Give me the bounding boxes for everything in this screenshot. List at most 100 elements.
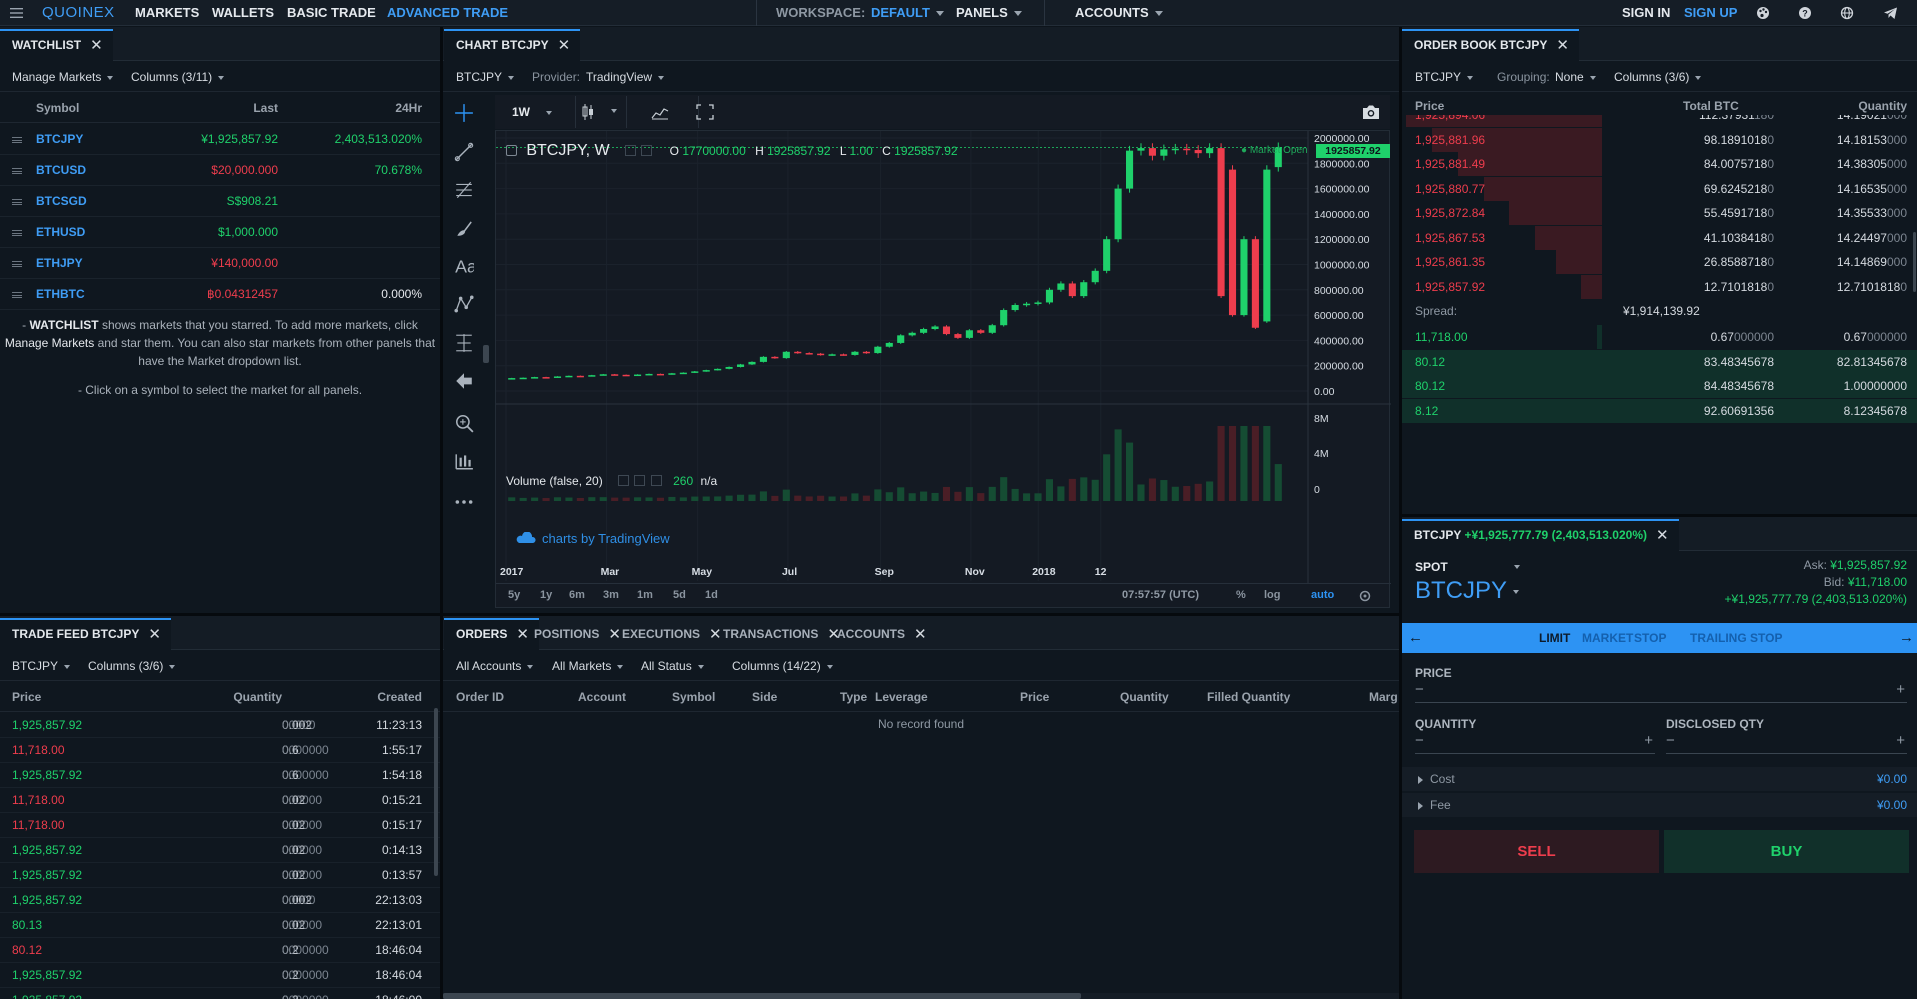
filter-dropdown[interactable]: All Status: [641, 651, 704, 681]
market-select[interactable]: BTCJPY: [1415, 577, 1520, 605]
splitter-horizontal[interactable]: [0, 613, 1399, 616]
col-24hr[interactable]: 24Hr: [395, 93, 422, 123]
candles-type-icon[interactable]: [581, 103, 595, 124]
tab-chart[interactable]: CHART BTCJPY ✕: [444, 29, 581, 61]
hamburger-menu-icon[interactable]: [10, 0, 26, 26]
trendline-icon[interactable]: [454, 142, 474, 162]
fee-row[interactable]: Fee ¥0.00: [1402, 793, 1917, 817]
measure-icon[interactable]: [454, 333, 474, 353]
trade-row[interactable]: 1,925,857.92 0.6 0000000 1:54:18: [0, 763, 440, 788]
range-6m[interactable]: 6m: [569, 589, 585, 601]
price-chart[interactable]: 2000000.00 1800000.00 1600000.00 1400000.00…: [495, 130, 1391, 608]
increment-icon[interactable]: +: [1896, 681, 1905, 698]
splitter-vertical[interactable]: [1399, 27, 1402, 999]
col-header[interactable]: Symbol: [672, 682, 715, 712]
arrow-icon[interactable]: [454, 371, 474, 391]
watchlist-row[interactable]: ETHUSD $1,000.000: [0, 217, 440, 248]
chart-market-dropdown[interactable]: BTCJPY: [456, 62, 515, 92]
palette-icon[interactable]: [1756, 0, 1770, 26]
camera-icon[interactable]: [1361, 104, 1381, 123]
drag-handle-icon[interactable]: [12, 137, 22, 143]
brand-logo[interactable]: QUOINEX: [42, 0, 115, 26]
trade-row[interactable]: 1,925,857.92 0.2 0000000 18:46:04: [0, 963, 440, 988]
volume-settings-icon[interactable]: [618, 475, 630, 486]
filter-dropdown[interactable]: All Accounts: [456, 651, 534, 681]
col-header[interactable]: Account: [578, 682, 626, 712]
decrement-icon[interactable]: −: [1666, 732, 1675, 749]
symbol[interactable]: BTCJPY: [36, 124, 83, 155]
col-header[interactable]: Leverage: [875, 682, 928, 712]
disclosed-qty-input[interactable]: − +: [1666, 732, 1907, 754]
scale-%[interactable]: %: [1236, 589, 1246, 601]
col-header[interactable]: Type: [840, 682, 867, 712]
close-icon[interactable]: ✕: [1556, 37, 1569, 54]
increment-icon[interactable]: +: [1644, 732, 1653, 749]
nav-basic-trade[interactable]: BASIC TRADE: [287, 0, 376, 26]
ask-row[interactable]: 1,925,872.84 55.45917180 14.35533000: [1402, 201, 1917, 225]
filter-dropdown[interactable]: Columns (14/22): [732, 651, 833, 681]
accounts-dropdown[interactable]: ACCOUNTS: [1075, 0, 1163, 26]
tab-watchlist[interactable]: WATCHLIST ✕: [0, 29, 113, 61]
tab-tradefeed[interactable]: TRADE FEED BTCJPY ✕: [0, 618, 171, 650]
scale-log[interactable]: log: [1264, 589, 1281, 601]
range-5y[interactable]: 5y: [508, 589, 520, 601]
trade-row[interactable]: 1,925,857.92 0.002 00000 22:13:03: [0, 888, 440, 913]
help-icon[interactable]: ?: [1798, 0, 1812, 26]
collapse-legend-icon[interactable]: [506, 145, 517, 156]
col-header[interactable]: Price: [1020, 682, 1049, 712]
sell-button[interactable]: SELL: [1414, 830, 1659, 873]
zoom-icon[interactable]: [454, 413, 474, 433]
ask-row[interactable]: 1,925,894.06 112.37931180 14.19021000: [1402, 115, 1917, 127]
arrow-right-icon[interactable]: →: [1899, 623, 1914, 653]
col-header[interactable]: Side: [752, 682, 777, 712]
ob-price[interactable]: 1,925,872.84: [1415, 201, 1485, 225]
nav-markets[interactable]: MARKETS: [135, 0, 199, 26]
trade-row[interactable]: 1,925,857.92 0.02 000000 0:13:57: [0, 863, 440, 888]
ob-price[interactable]: 1,925,861.35: [1415, 250, 1485, 274]
bid-row[interactable]: 80.12 84.48345678 1.00000000: [1402, 374, 1917, 398]
col-symbol[interactable]: Symbol: [36, 93, 79, 123]
range-1y[interactable]: 1y: [540, 589, 552, 601]
ask-row[interactable]: 1,925,880.77 69.62452180 14.16535000: [1402, 176, 1917, 201]
arrow-left-icon[interactable]: ←: [1408, 623, 1423, 653]
ob-price[interactable]: 8.12: [1415, 399, 1438, 423]
indicators-icon[interactable]: [651, 104, 669, 123]
telegram-icon[interactable]: [1883, 0, 1898, 26]
col-header[interactable]: Quantity: [1120, 682, 1169, 712]
columns-dropdown[interactable]: Columns (3/6): [88, 651, 176, 681]
trade-row[interactable]: 1,925,857.92 0.02 000000 0:14:13: [0, 838, 440, 863]
tab-order-entry[interactable]: BTCJPY +¥1,925,777.79 (2,403,513.020%) ✕: [1402, 519, 1679, 551]
text-icon[interactable]: Aa: [454, 256, 477, 277]
brush-icon[interactable]: [454, 218, 474, 238]
drag-handle-icon[interactable]: [12, 292, 22, 298]
symbol[interactable]: BTCUSD: [36, 155, 86, 186]
order-type-market[interactable]: MARKET: [1582, 623, 1633, 653]
col-header[interactable]: Marg: [1369, 682, 1398, 712]
buy-button[interactable]: BUY: [1664, 830, 1909, 873]
legend-settings-icon[interactable]: [624, 145, 636, 156]
ob-price[interactable]: 1,925,894.06: [1415, 115, 1485, 127]
col-header[interactable]: Order ID: [456, 682, 504, 712]
close-icon[interactable]: ✕: [558, 37, 571, 54]
order-type-trailing-stop[interactable]: TRAILING STOP: [1690, 623, 1782, 653]
ob-price[interactable]: 1,925,880.77: [1415, 177, 1485, 201]
fib-icon[interactable]: [454, 180, 474, 200]
globe-icon[interactable]: [1840, 0, 1854, 26]
nav-advanced-trade[interactable]: ADVANCED TRADE: [387, 0, 508, 26]
watchlist-row[interactable]: BTCJPY ¥1,925,857.92 2,403,513.020%: [0, 124, 440, 155]
splitter-horizontal[interactable]: [1402, 514, 1917, 517]
order-type-limit[interactable]: LIMIT: [1539, 623, 1570, 653]
filter-dropdown[interactable]: All Markets: [552, 651, 624, 681]
symbol[interactable]: ETHJPY: [36, 248, 83, 279]
drag-handle-icon[interactable]: [12, 230, 22, 236]
ob-price[interactable]: 11,718.00: [1415, 325, 1468, 349]
volume-hide-icon[interactable]: [634, 475, 646, 486]
trade-row[interactable]: 80.13 0.02 000000 22:13:01: [0, 913, 440, 938]
trade-row[interactable]: 1,925,857.92 0.002 00000 11:23:13: [0, 713, 440, 738]
tab-orderbook[interactable]: ORDER BOOK BTCJPY ✕: [1402, 29, 1579, 61]
tab-accounts[interactable]: ACCOUNTS ✕: [825, 618, 937, 650]
ask-row[interactable]: 1,925,881.96 98.18910180 14.18153000: [1402, 127, 1917, 152]
range-1d[interactable]: 1d: [705, 589, 718, 601]
chart-settings-icon[interactable]: [1358, 589, 1372, 606]
symbol[interactable]: ETHUSD: [36, 217, 85, 248]
